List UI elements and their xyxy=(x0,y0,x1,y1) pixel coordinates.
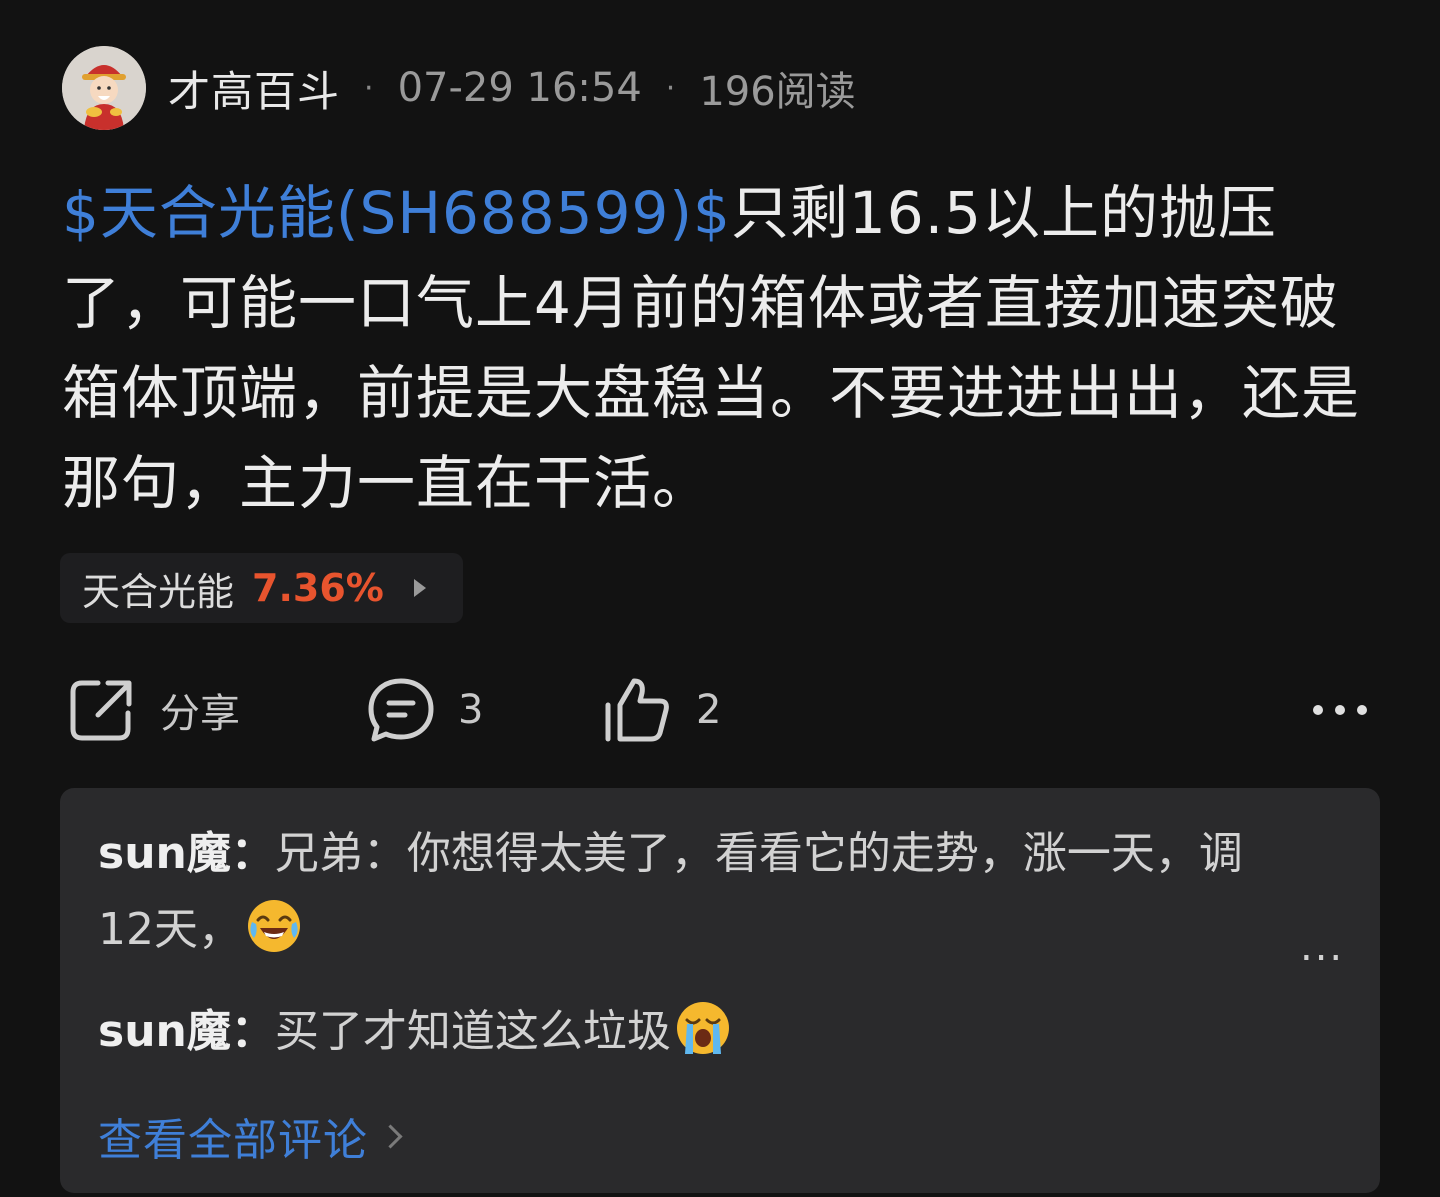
comment-text: 买了才知道这么垃圾 xyxy=(274,1006,671,1057)
comment-user[interactable]: sun魔 xyxy=(98,828,231,879)
stock-chip[interactable]: 天合光能 7.36% xyxy=(60,553,463,623)
comment-user[interactable]: sun魔 xyxy=(98,1006,231,1057)
comment-icon xyxy=(368,678,434,742)
comment-item[interactable]: sun魔：兄弟：你想得太美了，看看它的走势，涨一天，调12天， xyxy=(98,816,1258,968)
stock-chip-name: 天合光能 xyxy=(82,569,235,614)
avatar[interactable] xyxy=(62,46,146,130)
comment-count: 3 xyxy=(458,687,484,733)
post-header: 才高百斗 · 07-29 16:54 · 196阅读 xyxy=(62,46,856,130)
loudly-crying-emoji-icon xyxy=(676,1002,729,1054)
comment-button[interactable]: 3 xyxy=(366,672,483,748)
comment-more-ellipsis[interactable]: ... xyxy=(1300,924,1344,970)
comment-colon: ： xyxy=(230,828,275,879)
like-count: 2 xyxy=(696,687,722,733)
author-name[interactable]: 才高百斗 xyxy=(168,58,340,119)
read-count: 196阅读 xyxy=(699,69,856,115)
view-all-label: 查看全部评论 xyxy=(98,1115,368,1166)
comment-colon: ： xyxy=(230,1006,275,1057)
post-time: 07-29 16:54 xyxy=(397,65,642,111)
comments-panel: sun魔：兄弟：你想得太美了，看看它的走势，涨一天，调12天， ... sun魔… xyxy=(60,788,1380,1193)
god-of-wealth-avatar-icon xyxy=(62,46,146,130)
play-arrow-icon xyxy=(413,579,426,597)
laughing-crying-emoji-icon xyxy=(248,900,300,952)
post-card: 才高百斗 · 07-29 16:54 · 196阅读 $天合光能(SH68859… xyxy=(0,0,1440,1197)
meta-separator: · xyxy=(665,70,676,106)
stock-chip-change: 7.36% xyxy=(252,566,384,610)
view-all-comments-link[interactable]: 查看全部评论 xyxy=(98,1104,403,1168)
like-button[interactable]: 2 xyxy=(602,672,721,748)
more-options-icon[interactable] xyxy=(1310,698,1370,722)
post-body: $天合光能(SH688599)$只剩16.5以上的抛压了，可能一口气上4月前的箱… xyxy=(62,168,1382,528)
share-label: 分享 xyxy=(160,691,240,737)
stock-tag-link[interactable]: $天合光能(SH688599)$ xyxy=(62,179,731,247)
chevron-right-icon xyxy=(378,1123,403,1149)
thumbs-up-icon xyxy=(605,678,669,742)
comment-item[interactable]: sun魔：买了才知道这么垃圾 xyxy=(98,994,1258,1070)
meta-separator: · xyxy=(364,70,374,106)
share-icon xyxy=(70,680,132,741)
share-button[interactable]: 分享 xyxy=(68,672,240,748)
action-bar: 分享 3 2 xyxy=(0,672,1440,748)
